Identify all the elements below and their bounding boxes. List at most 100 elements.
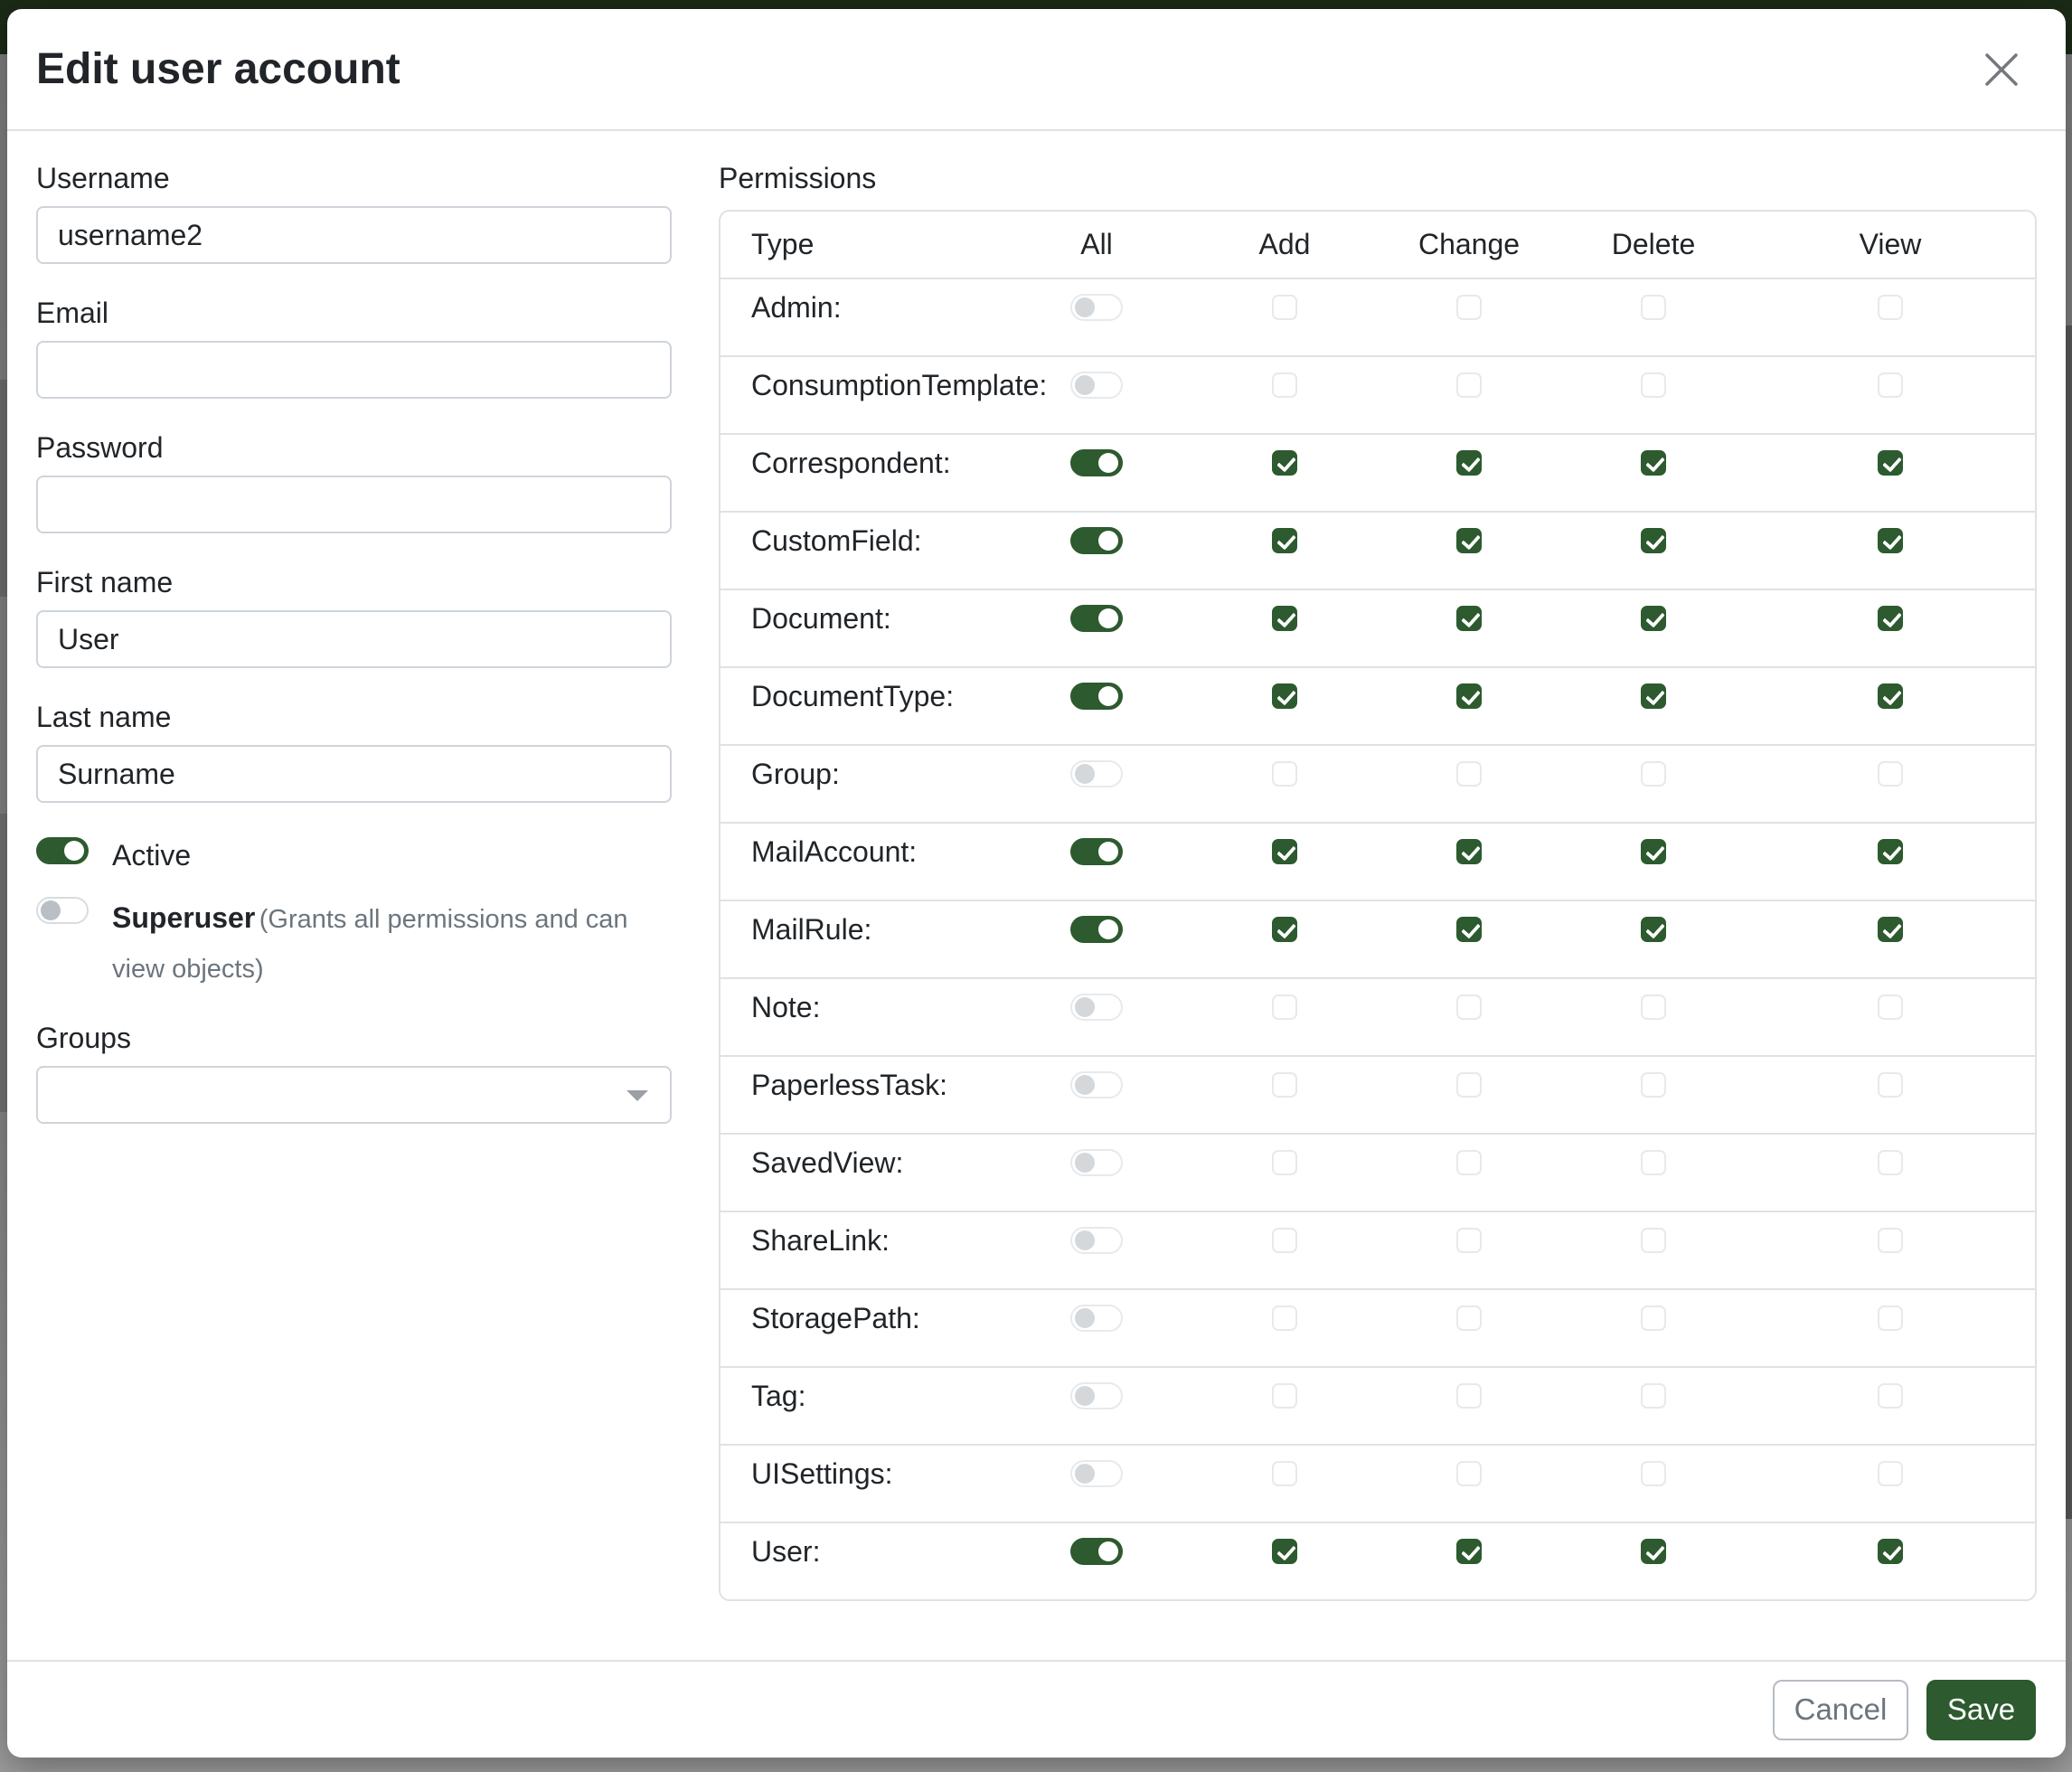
permission-view-checkbox[interactable] — [1878, 1539, 1903, 1564]
permission-view-checkbox[interactable] — [1878, 1461, 1903, 1486]
last-name-input[interactable] — [36, 745, 672, 803]
permission-add-checkbox[interactable] — [1272, 1539, 1297, 1564]
permission-all-toggle[interactable] — [1070, 527, 1123, 554]
permission-view-checkbox[interactable] — [1878, 606, 1903, 631]
permission-add-checkbox[interactable] — [1272, 450, 1297, 476]
permission-all-toggle[interactable] — [1070, 760, 1123, 787]
permission-change-checkbox[interactable] — [1456, 372, 1482, 398]
permission-all-toggle[interactable] — [1070, 1538, 1123, 1565]
permission-all-toggle[interactable] — [1070, 916, 1123, 943]
superuser-toggle[interactable] — [36, 897, 89, 924]
permission-add-checkbox[interactable] — [1272, 839, 1297, 864]
permission-view-checkbox[interactable] — [1878, 839, 1903, 864]
permission-all-toggle[interactable] — [1070, 294, 1123, 321]
permission-delete-checkbox[interactable] — [1641, 1305, 1666, 1331]
permission-delete-checkbox[interactable] — [1641, 295, 1666, 320]
permission-delete-checkbox[interactable] — [1641, 372, 1666, 398]
permission-all-cell — [1001, 1538, 1192, 1565]
permission-add-checkbox[interactable] — [1272, 1383, 1297, 1409]
permission-all-toggle[interactable] — [1070, 838, 1123, 865]
permission-delete-checkbox[interactable] — [1641, 839, 1666, 864]
save-button[interactable]: Save — [1926, 1680, 2036, 1740]
permission-add-checkbox[interactable] — [1272, 1228, 1297, 1253]
permission-all-toggle[interactable] — [1070, 1305, 1123, 1332]
permission-view-checkbox[interactable] — [1878, 1228, 1903, 1253]
permission-add-checkbox[interactable] — [1272, 994, 1297, 1020]
permission-view-checkbox[interactable] — [1878, 1305, 1903, 1331]
permission-view-checkbox[interactable] — [1878, 1150, 1903, 1175]
cancel-button[interactable]: Cancel — [1773, 1680, 1908, 1740]
permission-view-checkbox[interactable] — [1878, 450, 1903, 476]
permission-all-toggle[interactable] — [1070, 1460, 1123, 1487]
permission-delete-checkbox[interactable] — [1641, 761, 1666, 787]
permission-add-checkbox[interactable] — [1272, 372, 1297, 398]
permission-add-checkbox[interactable] — [1272, 1072, 1297, 1098]
permission-change-checkbox[interactable] — [1456, 1072, 1482, 1098]
permission-add-checkbox[interactable] — [1272, 1461, 1297, 1486]
permission-view-checkbox[interactable] — [1878, 683, 1903, 709]
permission-change-checkbox[interactable] — [1456, 994, 1482, 1020]
permission-delete-checkbox[interactable] — [1641, 1228, 1666, 1253]
email-input[interactable] — [36, 341, 672, 399]
permission-view-checkbox[interactable] — [1878, 1383, 1903, 1409]
permission-all-toggle[interactable] — [1070, 1227, 1123, 1254]
permission-add-checkbox[interactable] — [1272, 683, 1297, 709]
permission-add-checkbox[interactable] — [1272, 606, 1297, 631]
permission-change-checkbox[interactable] — [1456, 1150, 1482, 1175]
permission-change-checkbox[interactable] — [1456, 1228, 1482, 1253]
permission-add-checkbox[interactable] — [1272, 917, 1297, 942]
close-button[interactable] — [1973, 42, 2030, 98]
permission-change-checkbox[interactable] — [1456, 839, 1482, 864]
permission-change-checkbox[interactable] — [1456, 606, 1482, 631]
permission-all-toggle[interactable] — [1070, 683, 1123, 710]
permission-change-checkbox[interactable] — [1456, 761, 1482, 787]
permission-change-checkbox[interactable] — [1456, 450, 1482, 476]
permission-add-checkbox[interactable] — [1272, 528, 1297, 553]
permission-delete-checkbox[interactable] — [1641, 917, 1666, 942]
permission-view-checkbox[interactable] — [1878, 528, 1903, 553]
permission-change-checkbox[interactable] — [1456, 295, 1482, 320]
permission-delete-checkbox[interactable] — [1641, 450, 1666, 476]
permission-view-checkbox[interactable] — [1878, 372, 1903, 398]
permission-delete-checkbox[interactable] — [1641, 1072, 1666, 1098]
permission-change-checkbox[interactable] — [1456, 1305, 1482, 1331]
permission-delete-checkbox[interactable] — [1641, 683, 1666, 709]
permission-change-checkbox[interactable] — [1456, 1383, 1482, 1409]
password-input[interactable] — [36, 476, 672, 533]
permission-type-label: UISettings: — [720, 1456, 1001, 1492]
permission-change-checkbox[interactable] — [1456, 917, 1482, 942]
first-name-input[interactable] — [36, 610, 672, 668]
permission-view-checkbox[interactable] — [1878, 917, 1903, 942]
permission-delete-checkbox[interactable] — [1641, 1539, 1666, 1564]
permission-all-toggle[interactable] — [1070, 1149, 1123, 1176]
permission-add-checkbox[interactable] — [1272, 1305, 1297, 1331]
permission-add-checkbox[interactable] — [1272, 761, 1297, 787]
permission-view-cell — [1746, 1150, 2035, 1175]
permission-view-checkbox[interactable] — [1878, 295, 1903, 320]
permission-add-checkbox[interactable] — [1272, 295, 1297, 320]
permission-delete-cell — [1561, 761, 1746, 787]
permission-delete-checkbox[interactable] — [1641, 1150, 1666, 1175]
active-toggle[interactable] — [36, 837, 89, 864]
permission-all-toggle[interactable] — [1070, 372, 1123, 399]
permission-delete-checkbox[interactable] — [1641, 1383, 1666, 1409]
permission-all-toggle[interactable] — [1070, 1382, 1123, 1409]
permission-view-checkbox[interactable] — [1878, 1072, 1903, 1098]
username-input[interactable] — [36, 206, 672, 264]
permission-change-checkbox[interactable] — [1456, 1539, 1482, 1564]
permission-delete-checkbox[interactable] — [1641, 606, 1666, 631]
permission-view-checkbox[interactable] — [1878, 761, 1903, 787]
permission-delete-checkbox[interactable] — [1641, 528, 1666, 553]
permission-view-checkbox[interactable] — [1878, 994, 1903, 1020]
permission-all-toggle[interactable] — [1070, 1071, 1123, 1098]
permission-change-checkbox[interactable] — [1456, 1461, 1482, 1486]
permission-add-checkbox[interactable] — [1272, 1150, 1297, 1175]
permission-all-toggle[interactable] — [1070, 605, 1123, 632]
permission-change-checkbox[interactable] — [1456, 528, 1482, 553]
permission-delete-checkbox[interactable] — [1641, 1461, 1666, 1486]
permission-all-toggle[interactable] — [1070, 449, 1123, 476]
permission-change-checkbox[interactable] — [1456, 683, 1482, 709]
groups-select[interactable] — [36, 1066, 672, 1124]
permission-all-toggle[interactable] — [1070, 994, 1123, 1021]
permission-delete-checkbox[interactable] — [1641, 994, 1666, 1020]
